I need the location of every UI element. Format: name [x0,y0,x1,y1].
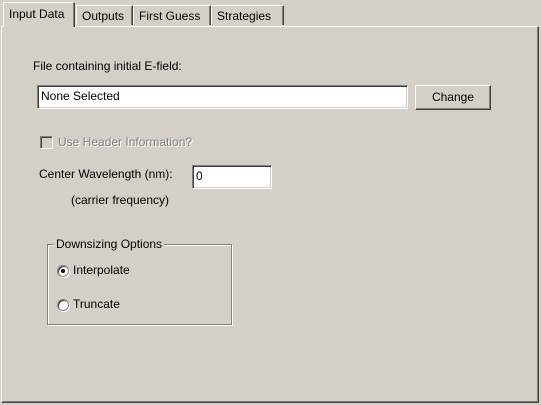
downsizing-options-group [47,244,232,325]
dialog-root: Input Data Outputs First Guess Strategie… [0,0,541,405]
change-button[interactable]: Change [415,85,491,110]
truncate-label: Truncate [73,297,120,311]
downsizing-options-title: Downsizing Options [54,237,165,251]
tab-outputs[interactable]: Outputs [76,5,133,25]
tab-strategies[interactable]: Strategies [211,5,284,25]
carrier-frequency-note: (carrier frequency) [71,193,170,207]
interpolate-radio[interactable] [57,265,69,277]
center-wavelength-input[interactable]: 0 [192,165,272,189]
interpolate-label: Interpolate [73,263,130,277]
radio-selected-dot [61,269,65,273]
center-wavelength-label: Center Wavelength (nm): [39,167,173,181]
tab-first-guess[interactable]: First Guess [133,5,211,25]
efield-file-label: File containing initial E-field: [33,59,182,73]
truncate-radio[interactable] [57,299,69,311]
efield-file-input[interactable]: None Selected [37,85,408,109]
use-header-checkbox[interactable] [40,136,53,149]
use-header-label: Use Header Information? [58,135,193,149]
tab-input-data[interactable]: Input Data [3,2,75,27]
tab-panel-input-data: File containing initial E-field: None Se… [1,26,539,403]
